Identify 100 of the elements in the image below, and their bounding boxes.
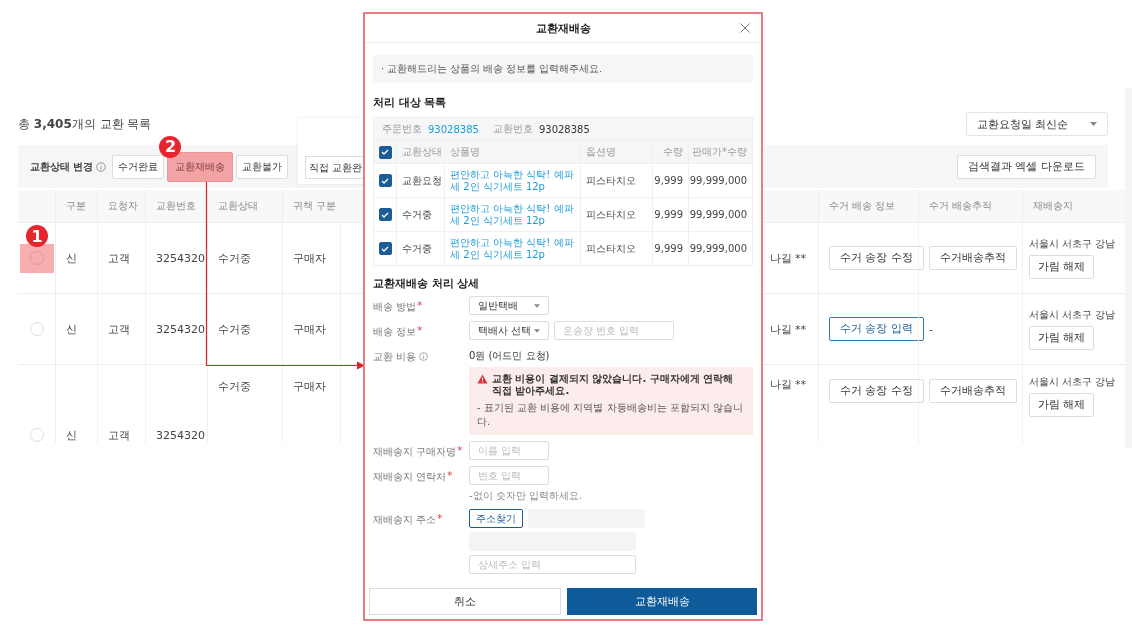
table-cell: 수거중 (218, 250, 251, 266)
excel-download-button[interactable]: 검색결과 엑셀 다운로드 (957, 154, 1096, 179)
status-button[interactable]: 수거완료 (112, 154, 165, 179)
cancel-button[interactable]: 취소 (369, 588, 561, 615)
checkbox[interactable] (378, 208, 392, 221)
table-cell: 3254320 (156, 251, 205, 265)
table-cell: 피스타치오 (586, 173, 636, 188)
required-mark: * (417, 325, 423, 336)
exchange-label: 교환번호 (492, 122, 533, 136)
table-cell: 서울시 서초구 강남 (1029, 237, 1116, 251)
warning-text: 교환 비용이 결제되지 않았습니다. 구매자에게 연락해 직접 받아주세요. (492, 373, 735, 397)
table-cell: 99,999,000 (689, 209, 747, 220)
radio-button[interactable] (29, 428, 44, 442)
column-header: 교환번호 (145, 190, 207, 222)
table-cell: 나길 ** (769, 250, 806, 266)
invoice-button[interactable]: 수거 송장 입력 (829, 317, 924, 341)
column-header: 옵션명 (580, 141, 652, 163)
column-header: 수거 배송 정보 (818, 190, 918, 222)
column-header: 수거 배송추적 (918, 190, 1022, 222)
table-cell: 신 (66, 250, 77, 266)
list-title: 총 3,405개의 교환 목록 (18, 115, 152, 133)
table-cell: 구매자 (293, 379, 326, 394)
table-cell: 서울시 서초구 강남 (1029, 375, 1116, 389)
step-badge: 1 (26, 225, 48, 247)
warning-icon (477, 374, 488, 384)
table-cell: 9,999 (654, 243, 683, 254)
table-cell: 3254320 (156, 322, 205, 336)
table-cell: 피스타치오 (586, 241, 636, 256)
caret-icon (534, 328, 540, 333)
table-cell: 수거중 (218, 379, 251, 394)
toolbar-label: 교환상태 변경 (30, 159, 94, 174)
field-label: 배송 정보 (373, 325, 417, 339)
table-cell: 나길 ** (769, 377, 806, 392)
section-title: 처리 대상 목록 (373, 96, 448, 110)
invoice-button[interactable]: 수거 송장 수정 (829, 246, 924, 270)
status-button[interactable]: 교환불가 (236, 154, 289, 179)
required-mark: * (417, 300, 423, 311)
input-field[interactable]: 이름 입력 (469, 441, 549, 460)
required-mark: * (457, 445, 463, 456)
input-field[interactable]: 상세주소 입력 (469, 555, 636, 574)
dialog-title: 교환재배송 (535, 20, 591, 36)
table-cell: 3254320 (156, 428, 205, 442)
exchange-number: 93028385 (538, 123, 590, 135)
info-icon (419, 352, 429, 361)
notice-text: · 교환해드리는 상품의 배송 정보를 입력해주세요. (381, 62, 603, 76)
table-cell: 고객 (108, 321, 130, 337)
select-dropdown[interactable]: 택배사 선택 (469, 321, 549, 340)
table-cell: 고객 (108, 427, 130, 443)
tracking-button[interactable]: 수거배송추적 (929, 246, 1017, 270)
radio-button[interactable] (29, 322, 44, 336)
unmask-button[interactable]: 가림 해제 (1029, 255, 1095, 279)
check-icon (381, 149, 389, 155)
table-cell: 고객 (108, 250, 130, 266)
column-header: 요청자 (97, 190, 145, 222)
column-header: 교환상태 (396, 141, 444, 163)
check-icon (381, 211, 389, 218)
status-button[interactable]: 교환재배송 (167, 151, 234, 182)
select-dropdown[interactable]: 일반택배 (469, 296, 549, 315)
cost-value: 0원 (어드민 요청) (469, 349, 551, 363)
table-cell: - (929, 322, 933, 336)
tracking-button[interactable]: 수거배송추적 (929, 379, 1017, 403)
field-label: 재배송지 주소 (373, 513, 437, 527)
column-header: 귀책 구분 (282, 190, 340, 222)
column-header: 수량 (652, 141, 688, 163)
column-header: 재배송지 (1022, 190, 1108, 222)
column-header: 판매가*수량 (688, 141, 752, 163)
input-field[interactable]: 번호 입력 (469, 466, 549, 485)
section-title: 교환재배송 처리 상세 (373, 277, 481, 291)
confirm-button[interactable]: 교환재배송 (567, 588, 757, 615)
sort-dropdown[interactable]: 교환요청일 최신순 (965, 112, 1108, 136)
table-cell: 신 (66, 321, 77, 337)
info-icon (96, 161, 107, 172)
table-cell: 99,999,000 (689, 243, 747, 254)
table-cell: 피스타치오 (586, 207, 636, 222)
address-search-button[interactable]: 주소찾기 (469, 509, 523, 528)
table-cell: 신 (66, 427, 77, 443)
required-mark: * (437, 513, 443, 524)
checkbox[interactable] (378, 242, 392, 255)
checkbox[interactable] (378, 145, 392, 159)
checkbox[interactable] (378, 174, 392, 187)
table-cell: 구매자 (293, 250, 326, 266)
step-badge: 2 (159, 135, 182, 158)
caret-icon (534, 303, 540, 308)
field-hint: -없이 숫자만 입력하세요. (469, 489, 584, 503)
table-cell: 수거중 (402, 207, 432, 222)
column-header: 구분 (55, 190, 97, 222)
unmask-button[interactable]: 가림 해제 (1029, 393, 1095, 417)
table-cell: 나길 ** (769, 321, 806, 337)
check-icon (381, 177, 389, 184)
order-label: 주문번호 (382, 122, 422, 136)
field-label: 재배송지 연락처 (373, 470, 447, 484)
table-cell: 9,999 (654, 209, 683, 220)
table-cell: 구매자 (293, 321, 326, 337)
required-mark: * (447, 470, 453, 481)
close-button[interactable] (739, 22, 751, 34)
unmask-button[interactable]: 가림 해제 (1029, 326, 1095, 350)
warning-note: - 표기된 교환 비용에 지역별 차등배송비는 포함되지 않습니다. (477, 401, 744, 429)
invoice-button[interactable]: 수거 송장 수정 (829, 379, 924, 403)
input-field[interactable]: 운송장 번호 입력 (554, 321, 674, 340)
complete-button[interactable]: 직접 교환완 (305, 156, 363, 179)
